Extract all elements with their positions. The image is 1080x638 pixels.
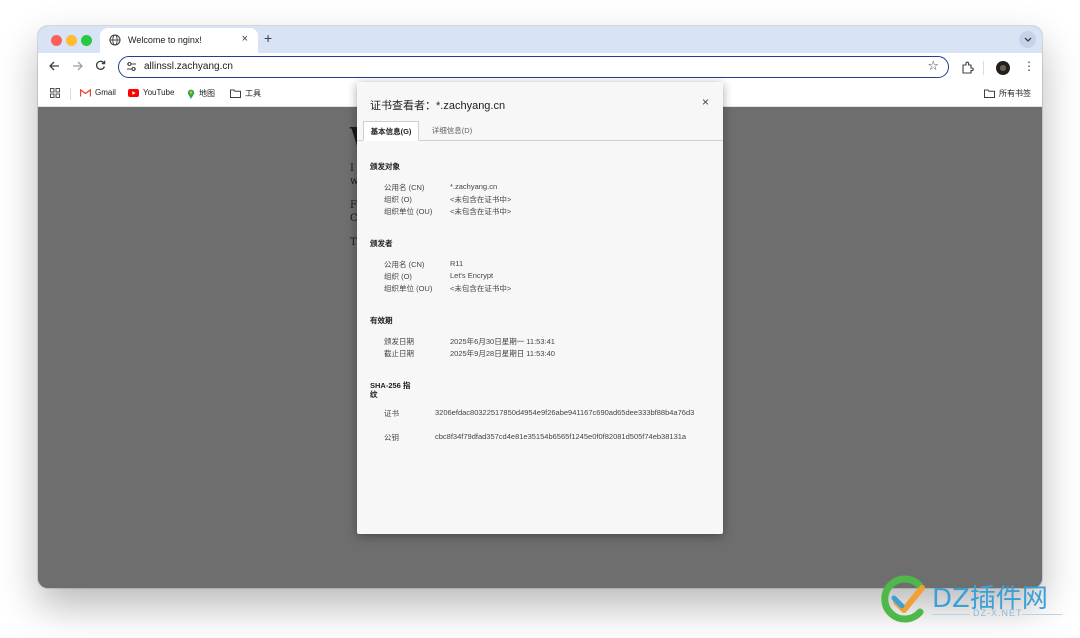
field-label: 颁发日期 xyxy=(384,337,414,346)
bookmark-label: Gmail xyxy=(95,88,116,97)
field-label: 组织单位 (OU) xyxy=(384,284,433,293)
more-menu-icon[interactable]: ⋮ xyxy=(1023,59,1035,73)
bookmark-folder-tools[interactable]: 工具 xyxy=(230,88,261,99)
section-validity: 有效期 xyxy=(370,316,393,325)
browser-window: Welcome to nginx! × + allinssl.zachyang.… xyxy=(38,26,1042,588)
page-content: W I w F C T 证书查看者：*.zachyang.cn × 基本信息(G… xyxy=(38,82,1042,588)
all-bookmarks-label: 所有书签 xyxy=(999,89,1031,98)
field-value: 2025年6月30日星期一 11:53:41 xyxy=(450,337,555,346)
bookmark-youtube[interactable]: YouTube xyxy=(128,88,174,97)
bookmark-label: 地图 xyxy=(199,89,215,98)
tab-strip: Welcome to nginx! × + xyxy=(38,26,1042,53)
field-value: R11 xyxy=(450,259,464,268)
close-window-button[interactable] xyxy=(51,35,62,46)
certificate-fingerprint: 3206efdac80322517850d4954e9f26abe941167c… xyxy=(435,408,695,417)
tab-search-button[interactable] xyxy=(1019,31,1036,48)
dialog-title: 证书查看者：*.zachyang.cn xyxy=(370,100,506,112)
bookmarks-divider xyxy=(70,88,71,100)
toolbar-divider xyxy=(983,61,984,75)
page-text: F xyxy=(350,200,357,211)
watermark-subtext: DZ-X.NET xyxy=(973,608,1023,618)
bookmark-gmail[interactable]: Gmail xyxy=(80,88,116,97)
folder-icon xyxy=(230,89,241,98)
section-issued-to: 颁发对象 xyxy=(370,162,400,171)
field-value: <未包含在证书中> xyxy=(450,284,512,293)
arrow-left-icon xyxy=(49,61,59,71)
field-label: 组织单位 (OU) xyxy=(384,207,433,216)
gmail-icon xyxy=(80,88,91,96)
field-value: 2025年9月28日星期日 11:53:40 xyxy=(450,349,555,358)
profile-avatar[interactable] xyxy=(996,61,1010,75)
reload-button[interactable] xyxy=(95,60,106,74)
field-label: 组织 (O) xyxy=(384,272,412,281)
page-text: I xyxy=(350,163,354,174)
field-label: 公钥 xyxy=(384,433,399,442)
arrow-right-icon xyxy=(73,61,83,71)
globe-icon xyxy=(109,34,121,46)
bookmark-star-icon[interactable]: ☆ xyxy=(927,58,939,74)
tab-details[interactable]: 详细信息(D) xyxy=(425,121,479,139)
field-label: 证书 xyxy=(384,409,399,418)
bookmark-label: 工具 xyxy=(245,89,261,98)
section-issued-by: 颁发者 xyxy=(370,239,393,248)
field-value: <未包含在证书中> xyxy=(450,195,512,204)
page-text: T xyxy=(350,237,357,248)
address-bar[interactable]: allinssl.zachyang.cn ☆ xyxy=(118,56,949,78)
zoom-window-button[interactable] xyxy=(81,35,92,46)
url-text: allinssl.zachyang.cn xyxy=(144,61,233,72)
back-button[interactable] xyxy=(49,60,60,74)
site-watermark: DZ插件网 DZ-X.NET xyxy=(876,572,1066,626)
public-key-fingerprint: cbc8f34f79dfad357cd4e81e35154b6565f1245e… xyxy=(435,432,687,441)
toolbar: allinssl.zachyang.cn ☆ ⋮ xyxy=(38,53,1042,83)
field-label: 组织 (O) xyxy=(384,195,412,204)
site-info-icon[interactable] xyxy=(126,61,137,72)
browser-tab[interactable]: Welcome to nginx! × xyxy=(100,28,258,53)
close-icon[interactable]: × xyxy=(702,95,709,109)
grid-icon xyxy=(50,88,60,98)
watermark-line xyxy=(932,614,970,615)
watermark-logo-icon xyxy=(881,575,925,623)
field-value: <未包含在证书中> xyxy=(450,207,512,216)
field-value: *.zachyang.cn xyxy=(450,182,498,191)
minimize-window-button[interactable] xyxy=(66,35,77,46)
chevron-down-icon xyxy=(1024,37,1031,42)
field-label: 公用名 (CN) xyxy=(384,260,425,269)
field-value: Let's Encrypt xyxy=(450,271,494,280)
map-pin-icon xyxy=(187,89,195,99)
watermark-line xyxy=(1022,614,1062,615)
new-tab-button[interactable]: + xyxy=(264,30,272,46)
apps-icon[interactable] xyxy=(50,88,60,98)
youtube-icon xyxy=(128,88,139,97)
folder-icon xyxy=(984,89,995,98)
field-label: 截止日期 xyxy=(384,349,414,358)
dialog-tabs: 基本信息(G) 详细信息(D) xyxy=(357,121,723,141)
field-label: 公用名 (CN) xyxy=(384,183,425,192)
all-bookmarks-button[interactable]: 所有书签 xyxy=(984,88,1031,99)
bookmark-label: YouTube xyxy=(143,88,175,97)
section-fingerprints-cont: 纹 xyxy=(370,390,378,399)
tab-title: Welcome to nginx! xyxy=(128,35,202,45)
reload-icon xyxy=(95,60,106,70)
tab-general[interactable]: 基本信息(G) xyxy=(363,121,419,141)
extensions-icon[interactable] xyxy=(960,61,974,75)
bookmark-maps[interactable]: 地图 xyxy=(187,88,215,99)
certificate-viewer-dialog: 证书查看者：*.zachyang.cn × 基本信息(G) 详细信息(D) 颁发… xyxy=(357,82,723,534)
tab-close-icon[interactable]: × xyxy=(242,33,248,45)
forward-button[interactable] xyxy=(72,60,83,74)
